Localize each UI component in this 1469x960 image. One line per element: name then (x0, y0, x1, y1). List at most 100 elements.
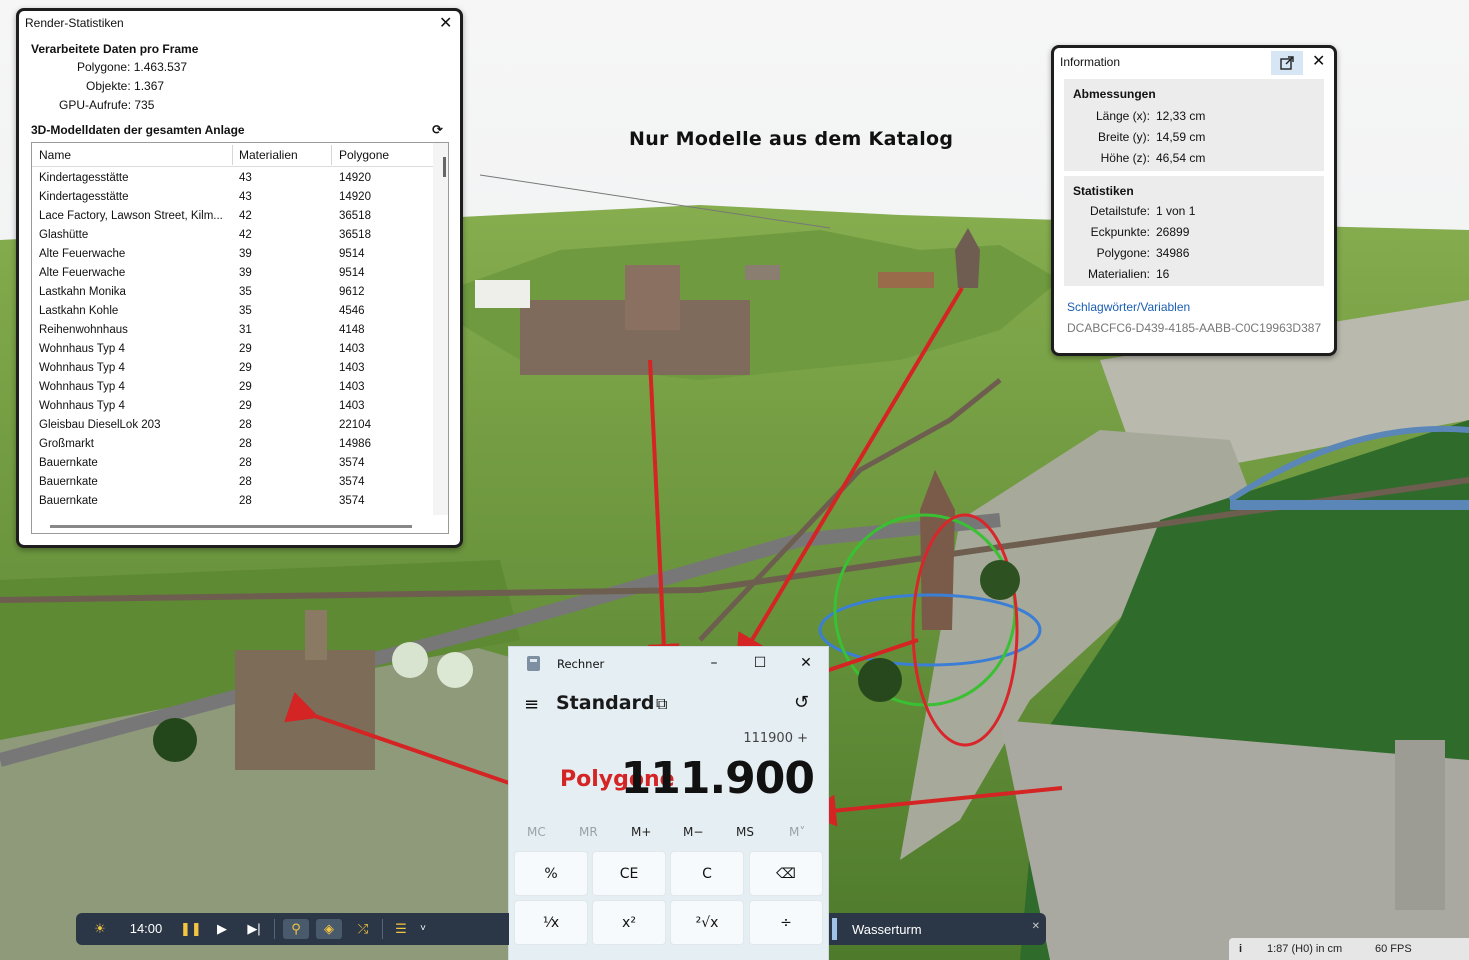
cell-polygons: 9514 (339, 248, 365, 260)
table-row[interactable]: Alte Feuerwache 39 9514 (32, 264, 434, 283)
tags-variables-link[interactable]: Schlagwörter/Variablen (1067, 300, 1190, 314)
table-row[interactable]: Lace Factory, Lawson Street, Kilm... 42 36… (32, 207, 434, 226)
horizontal-scrollbar[interactable] (50, 525, 412, 528)
cell-name: Glashütte (39, 229, 89, 241)
refresh-icon[interactable]: ⟳ (432, 122, 443, 138)
clear-button[interactable]: C (670, 851, 744, 896)
memory-subtract-button[interactable]: M− (683, 825, 703, 839)
bottom-toolbar: ☀ 14:00 ❚❚ ▶ ▶| ⚲ ◈ ⤮ ☰ ˅ (76, 913, 509, 945)
cell-polygons: 9514 (339, 267, 365, 279)
maximize-icon[interactable]: ☐ (750, 653, 770, 673)
memory-clear-button[interactable]: MC (527, 825, 546, 839)
reciprocal-button[interactable]: ¹⁄x (514, 900, 588, 945)
cell-polygons: 1403 (339, 343, 365, 355)
memory-recall-button[interactable]: MR (579, 825, 598, 839)
square-button[interactable]: x² (592, 900, 666, 945)
panel-title: Information (1060, 55, 1121, 69)
minimize-icon[interactable]: – (704, 653, 724, 673)
close-icon[interactable]: ✕ (1312, 54, 1325, 70)
step-forward-icon[interactable]: ▶| (244, 919, 264, 939)
memory-list-button[interactable]: M˅ (789, 825, 805, 839)
calculator-window: Rechner – ☐ ✕ ≡ Standard ⧉ ↺ 111900 + Po… (508, 646, 829, 960)
cell-polygons: 1403 (339, 362, 365, 374)
cell-materials: 28 (239, 495, 252, 507)
cell-polygons: 3574 (339, 476, 365, 488)
table-row[interactable]: Wohnhaus Typ 4 29 1403 (32, 397, 434, 416)
cell-materials: 42 (239, 210, 252, 222)
cell-polygons: 3574 (339, 457, 365, 469)
model-data-table[interactable]: Name Materialien Polygone Kindertagesstä… (31, 142, 449, 534)
cell-name: Großmarkt (39, 438, 94, 450)
cell-name: Alte Feuerwache (39, 248, 126, 260)
pause-icon[interactable]: ❚❚ (180, 919, 202, 939)
cell-name: Gleisbau DieselLok 203 (39, 419, 161, 431)
memory-add-button[interactable]: M+ (631, 825, 651, 839)
chevron-down-icon[interactable]: ˅ (416, 919, 430, 939)
table-row[interactable]: Bauernkate 28 3574 (32, 473, 434, 492)
history-icon[interactable]: ↺ (794, 692, 809, 713)
memory-store-button[interactable]: MS (736, 825, 754, 839)
clear-entry-button[interactable]: CE (592, 851, 666, 896)
table-row[interactable]: Kindertagesstätte 43 14920 (32, 188, 434, 207)
table-row[interactable]: Gleisbau DieselLok 203 28 22104 (32, 416, 434, 435)
table-row[interactable]: Lastkahn Monika 35 9612 (32, 283, 434, 302)
vertical-scrollbar[interactable] (433, 143, 448, 515)
divide-button[interactable]: ÷ (749, 900, 823, 945)
table-row[interactable]: Wohnhaus Typ 4 29 1403 (32, 340, 434, 359)
cell-materials: 35 (239, 305, 252, 317)
table-row[interactable]: Kindertagesstätte 43 14920 (32, 169, 434, 188)
table-row[interactable]: Glashütte 42 36518 (32, 226, 434, 245)
cell-name: Kindertagesstätte (39, 172, 129, 184)
panel-title: Render-Statistiken (25, 16, 124, 30)
play-icon[interactable]: ▶ (212, 919, 232, 939)
cell-name: Wohnhaus Typ 4 (39, 381, 125, 393)
time-display[interactable]: 14:00 (126, 919, 166, 939)
calculator-titlebar[interactable]: Rechner – ☐ ✕ (509, 647, 830, 679)
cell-name: Wohnhaus Typ 4 (39, 362, 125, 374)
table-row[interactable]: Großmarkt 28 14986 (32, 435, 434, 454)
render-statistics-panel: Render-Statistiken ✕ Verarbeitete Daten … (16, 8, 463, 548)
column-header-materials[interactable]: Materialien (239, 148, 298, 162)
layers-icon[interactable]: ◈ (316, 919, 342, 939)
close-icon[interactable]: ✕ (439, 16, 452, 32)
info-icon[interactable]: i (1239, 943, 1242, 955)
cell-polygons: 1403 (339, 381, 365, 393)
information-panel: Information ✕ Abmessungen Länge (x): 12,3… (1051, 45, 1337, 356)
object-guid: DCABCFC6-D439-4185-AABB-C0C19963D387 (1067, 321, 1322, 335)
square-root-button[interactable]: ²√x (670, 900, 744, 945)
cell-polygons: 36518 (339, 210, 371, 222)
cell-polygons: 36518 (339, 229, 371, 241)
stat-objects: Objekte: 1.367 (86, 79, 165, 93)
close-icon[interactable]: ✕ (796, 653, 816, 673)
backspace-button[interactable]: ⌫ (749, 851, 823, 896)
keep-on-top-icon[interactable]: ⧉ (656, 694, 667, 714)
search-icon[interactable]: ⚲ (283, 919, 309, 939)
column-header-polygons[interactable]: Polygone (339, 148, 389, 162)
hamburger-menu-icon[interactable]: ≡ (524, 694, 539, 715)
selected-object-name: Wasserturm (852, 922, 922, 937)
table-row[interactable]: Wohnhaus Typ 4 29 1403 (32, 359, 434, 378)
cell-polygons: 4148 (339, 324, 365, 336)
open-external-button[interactable] (1271, 51, 1303, 75)
table-row[interactable]: Lastkahn Kohle 35 4546 (32, 302, 434, 321)
list-icon[interactable]: ☰ (391, 919, 411, 939)
table-row[interactable]: Alte Feuerwache 39 9514 (32, 245, 434, 264)
percent-button[interactable]: % (514, 851, 588, 896)
stat-gpu-calls: GPU-Aufrufe: 735 (59, 98, 155, 112)
table-row[interactable]: Wohnhaus Typ 4 29 1403 (32, 378, 434, 397)
table-row[interactable]: Bauernkate 28 3574 (32, 492, 434, 511)
shuffle-icon[interactable]: ⤮ (352, 919, 374, 939)
dimensions-heading: Abmessungen (1073, 87, 1156, 101)
table-row[interactable]: Bauernkate 28 3574 (32, 454, 434, 473)
sun-icon[interactable]: ☀ (90, 919, 110, 939)
cell-materials: 29 (239, 343, 252, 355)
cell-name: Lace Factory, Lawson Street, Kilm... (39, 210, 223, 222)
column-header-name[interactable]: Name (39, 148, 71, 162)
cell-polygons: 3574 (339, 495, 365, 507)
cell-name: Bauernkate (39, 476, 98, 488)
cell-materials: 28 (239, 438, 252, 450)
table-row[interactable]: Reihenwohnhaus 31 4148 (32, 321, 434, 340)
fps-display: 60 FPS (1375, 943, 1412, 955)
selected-object-bar[interactable]: Wasserturm ✕ (829, 913, 1046, 945)
deselect-icon[interactable]: ✕ (1032, 921, 1040, 932)
